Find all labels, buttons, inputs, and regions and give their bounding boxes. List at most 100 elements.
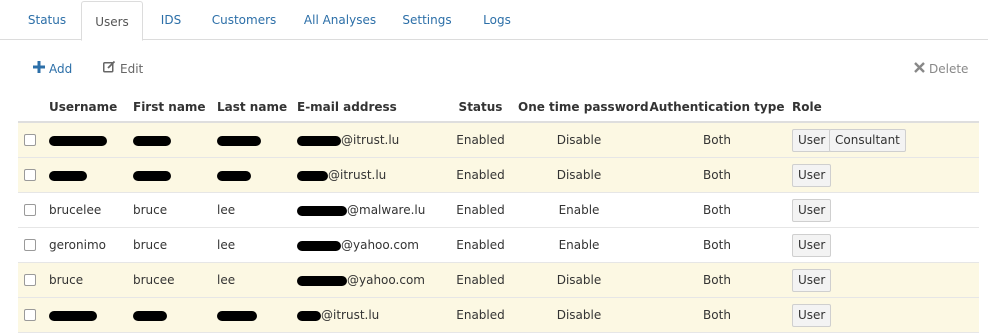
- email-cell: @itrust.lu: [297, 298, 379, 332]
- username-cell: [49, 298, 97, 332]
- username-cell: [49, 123, 107, 157]
- tab-status[interactable]: Status: [18, 0, 76, 40]
- role-user-button[interactable]: User: [792, 199, 832, 222]
- status-cell: Enabled: [456, 273, 505, 287]
- first-name-cell: brucee: [133, 273, 175, 287]
- redaction-mark: [133, 135, 171, 146]
- row-checkbox[interactable]: [24, 239, 36, 251]
- first-name-cell: bruce: [133, 238, 168, 252]
- role-user-button[interactable]: User: [792, 129, 832, 152]
- first-name-cell: [133, 158, 171, 192]
- tab-bar: Status Users IDS Customers All Analyses …: [0, 0, 988, 41]
- role-user-button[interactable]: User: [792, 304, 832, 327]
- delete-button-label: Delete: [929, 62, 969, 76]
- tab-users[interactable]: Users: [81, 1, 143, 41]
- username-cell: [49, 158, 87, 192]
- column-header-status[interactable]: Status: [443, 93, 518, 123]
- first-name-cell: [133, 123, 171, 157]
- tab-all-analyses[interactable]: All Analyses: [294, 0, 386, 40]
- column-header-role[interactable]: Role: [792, 93, 822, 123]
- status-cell: Enabled: [456, 168, 505, 182]
- last-name-cell: [217, 158, 251, 192]
- email-cell: @yahoo.com: [297, 228, 419, 262]
- tab-ids[interactable]: IDS: [148, 0, 194, 40]
- username-cell: geronimo: [49, 238, 106, 252]
- row-checkbox[interactable]: [24, 204, 36, 216]
- column-header-email[interactable]: E-mail address: [297, 93, 397, 123]
- last-name-cell: lee: [217, 203, 236, 217]
- row-checkbox[interactable]: [24, 169, 36, 181]
- first-name-cell: [133, 298, 167, 332]
- redaction-mark: [133, 170, 171, 181]
- delete-button[interactable]: Delete: [914, 60, 968, 78]
- auth-type-cell: Both: [703, 308, 731, 322]
- last-name-cell: lee: [217, 273, 236, 287]
- redaction-mark: [49, 310, 97, 321]
- auth-type-cell: Both: [703, 168, 731, 182]
- table-row[interactable]: @itrust.lu Enabled Disable Both User: [18, 158, 979, 193]
- otp-cell: Enable: [558, 203, 600, 217]
- role-consultant-button[interactable]: Consultant: [829, 129, 906, 152]
- auth-type-cell: Both: [703, 238, 731, 252]
- last-name-cell: lee: [217, 238, 236, 252]
- redaction-mark: [217, 135, 261, 146]
- row-checkbox[interactable]: [24, 134, 36, 146]
- username-cell: bruce: [49, 273, 84, 287]
- redaction-mark: [217, 170, 251, 181]
- redaction-mark: [297, 240, 341, 251]
- tab-logs[interactable]: Logs: [468, 0, 526, 40]
- tab-customers[interactable]: Customers: [201, 0, 287, 40]
- row-checkbox[interactable]: [24, 274, 36, 286]
- role-user-button[interactable]: User: [792, 164, 832, 187]
- table-header: Username First name Last name E-mail add…: [18, 93, 979, 123]
- role-user-button[interactable]: User: [792, 269, 832, 292]
- column-header-last-name[interactable]: Last name: [217, 93, 287, 123]
- column-header-username[interactable]: Username: [49, 93, 117, 123]
- add-button[interactable]: Add: [33, 60, 72, 78]
- row-checkbox[interactable]: [24, 309, 36, 321]
- redaction-mark: [297, 275, 347, 286]
- email-cell: @itrust.lu: [297, 158, 386, 192]
- role-user-button[interactable]: User: [792, 234, 832, 257]
- otp-cell: Enable: [558, 238, 600, 252]
- column-header-auth-type[interactable]: Authentication type: [648, 93, 786, 123]
- column-header-otp[interactable]: One time password: [518, 93, 649, 123]
- auth-type-cell: Both: [703, 133, 731, 147]
- tab-settings[interactable]: Settings: [393, 0, 461, 40]
- redaction-mark: [297, 310, 321, 321]
- table-row[interactable]: bruce brucee lee @yahoo.com Enabled Disa…: [18, 263, 979, 298]
- otp-cell: Disable: [556, 168, 602, 182]
- add-button-label: Add: [49, 62, 73, 76]
- redaction-mark: [297, 205, 347, 216]
- column-header-first-name[interactable]: First name: [133, 93, 206, 123]
- table-row[interactable]: @itrust.lu Enabled Disable Both User: [18, 298, 979, 333]
- table-row[interactable]: brucelee bruce lee @malware.lu Enabled E…: [18, 193, 979, 228]
- close-icon: [914, 60, 925, 78]
- email-cell: @malware.lu: [297, 193, 425, 227]
- table-row[interactable]: geronimo bruce lee @yahoo.com Enabled En…: [18, 228, 979, 263]
- status-cell: Enabled: [456, 133, 505, 147]
- first-name-cell: bruce: [133, 203, 168, 217]
- email-cell: @itrust.lu: [297, 123, 399, 157]
- edit-icon: [103, 60, 116, 78]
- edit-button-label: Edit: [120, 62, 144, 76]
- table-row[interactable]: @itrust.lu Enabled Disable Both User Con…: [18, 123, 979, 158]
- redaction-mark: [133, 310, 167, 321]
- edit-button[interactable]: Edit: [103, 60, 143, 78]
- redaction-mark: [49, 170, 87, 181]
- auth-type-cell: Both: [703, 203, 731, 217]
- last-name-cell: [217, 123, 261, 157]
- last-name-cell: [217, 298, 257, 332]
- redaction-mark: [217, 310, 257, 321]
- otp-cell: Disable: [556, 308, 602, 322]
- plus-icon: [33, 60, 45, 78]
- email-cell: @yahoo.com: [297, 263, 425, 297]
- otp-cell: Disable: [556, 133, 602, 147]
- redaction-mark: [49, 135, 107, 146]
- username-cell: brucelee: [49, 203, 102, 217]
- auth-type-cell: Both: [703, 273, 731, 287]
- status-cell: Enabled: [456, 203, 505, 217]
- redaction-mark: [297, 170, 328, 181]
- status-cell: Enabled: [456, 238, 505, 252]
- otp-cell: Disable: [556, 273, 602, 287]
